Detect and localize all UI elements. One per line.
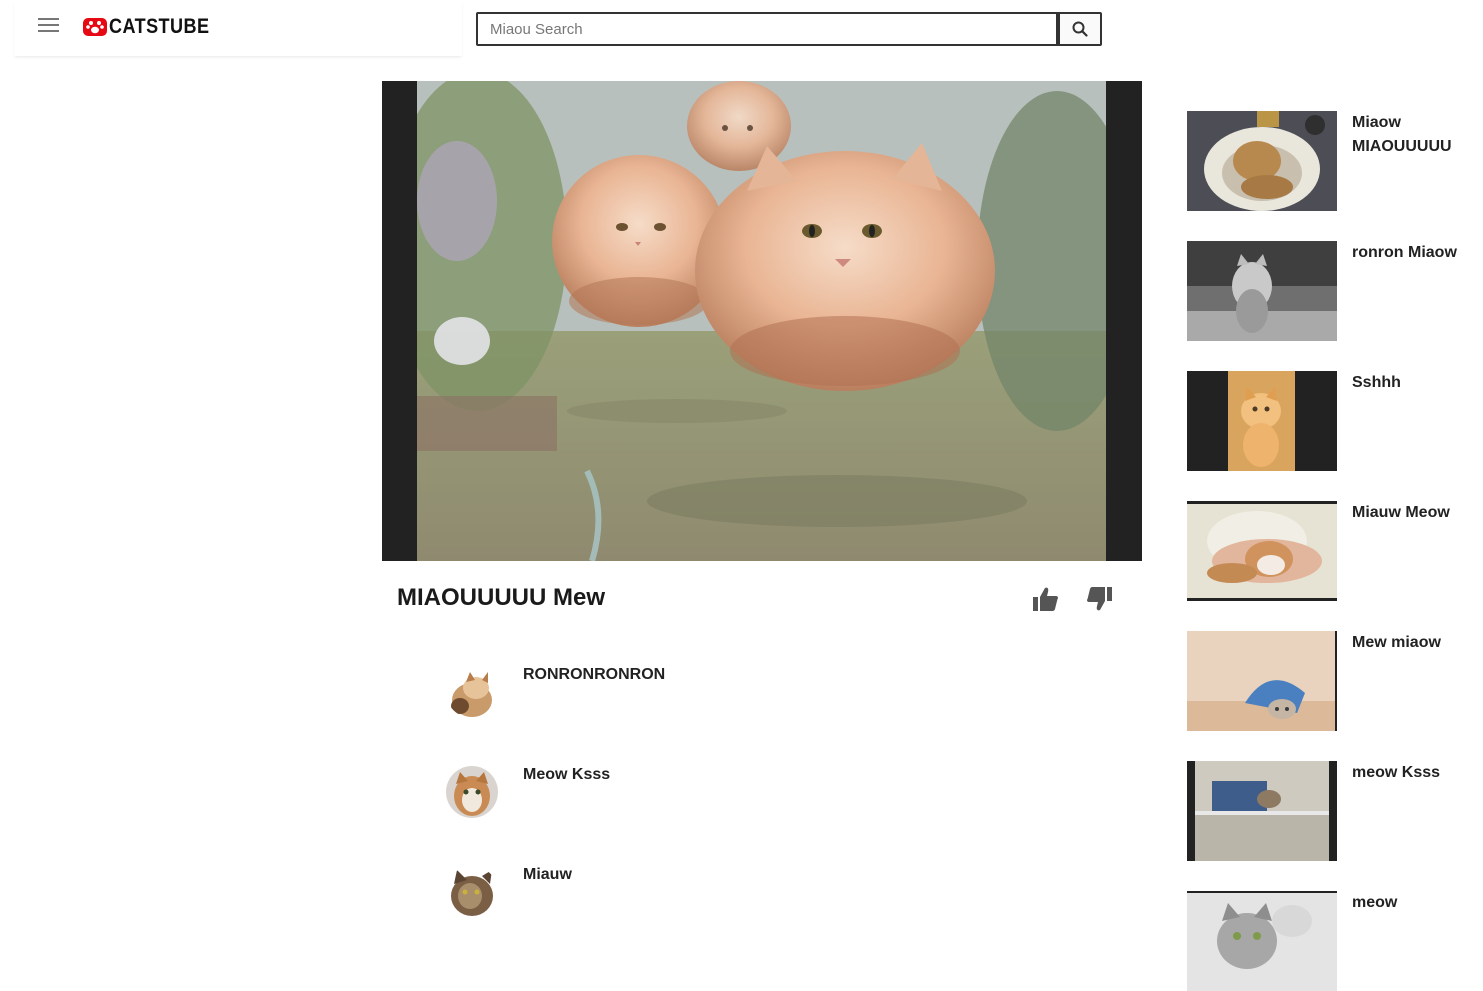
like-button[interactable] — [1031, 585, 1059, 613]
recommended-title[interactable]: ronron Miaow — [1352, 241, 1477, 265]
video-player[interactable] — [382, 81, 1142, 561]
dislike-button[interactable] — [1086, 585, 1114, 613]
search-input[interactable] — [478, 14, 1056, 44]
video-thumbnail[interactable] — [1187, 371, 1337, 471]
comment-author: RONRONRONRON — [523, 666, 666, 683]
recommended-title[interactable]: meow — [1352, 891, 1477, 915]
logo[interactable]: CATSTUBE — [83, 14, 226, 40]
video-thumbnail[interactable] — [1187, 501, 1337, 601]
logo-text: CATSTUBE — [109, 15, 210, 38]
comment-item: Miauw — [446, 866, 866, 926]
floating-cats-image — [417, 81, 1106, 561]
menu-icon[interactable] — [38, 18, 59, 36]
video-frame[interactable] — [417, 81, 1106, 561]
video-thumbnail[interactable] — [1187, 111, 1337, 211]
comment-author: Meow Ksss — [523, 766, 611, 783]
recommended-title[interactable]: Sshhh — [1352, 371, 1477, 395]
recommended-video[interactable]: ronron Miaow — [1187, 241, 1477, 341]
top-bar — [14, 0, 462, 56]
recommended-video[interactable]: Sshhh — [1187, 371, 1477, 471]
avatar[interactable] — [446, 866, 498, 918]
search-button[interactable] — [1058, 12, 1102, 46]
recommended-video[interactable]: Miaow MIAOUUUUU — [1187, 111, 1477, 211]
video-thumbnail[interactable] — [1187, 761, 1337, 861]
avatar[interactable] — [446, 666, 498, 718]
recommended-title[interactable]: Mew miaow — [1352, 631, 1477, 655]
thumbs-down-icon — [1087, 587, 1112, 611]
recommended-video[interactable]: Mew miaow — [1187, 631, 1477, 731]
recommended-video[interactable]: meow Ksss — [1187, 761, 1477, 861]
comment-item: RONRONRONRON — [446, 666, 866, 726]
video-thumbnail[interactable] — [1187, 241, 1337, 341]
recommended-video[interactable]: Miauw Meow — [1187, 501, 1477, 601]
recommended-title[interactable]: Miaow MIAOUUUUU — [1352, 111, 1477, 159]
paw-logo-icon — [83, 18, 107, 36]
video-thumbnail[interactable] — [1187, 631, 1337, 731]
search-icon — [1072, 21, 1088, 37]
video-thumbnail[interactable] — [1187, 891, 1337, 991]
recommended-title[interactable]: meow Ksss — [1352, 761, 1477, 785]
search-field[interactable] — [476, 12, 1058, 46]
avatar[interactable] — [446, 766, 498, 818]
recommended-video[interactable]: meow — [1187, 891, 1477, 991]
recommended-title[interactable]: Miauw Meow — [1352, 501, 1477, 525]
video-title: MIAOUUUUU Mew — [397, 584, 605, 611]
comment-author: Miauw — [523, 866, 572, 883]
thumbs-up-icon — [1033, 587, 1058, 611]
comment-item: Meow Ksss — [446, 766, 866, 826]
